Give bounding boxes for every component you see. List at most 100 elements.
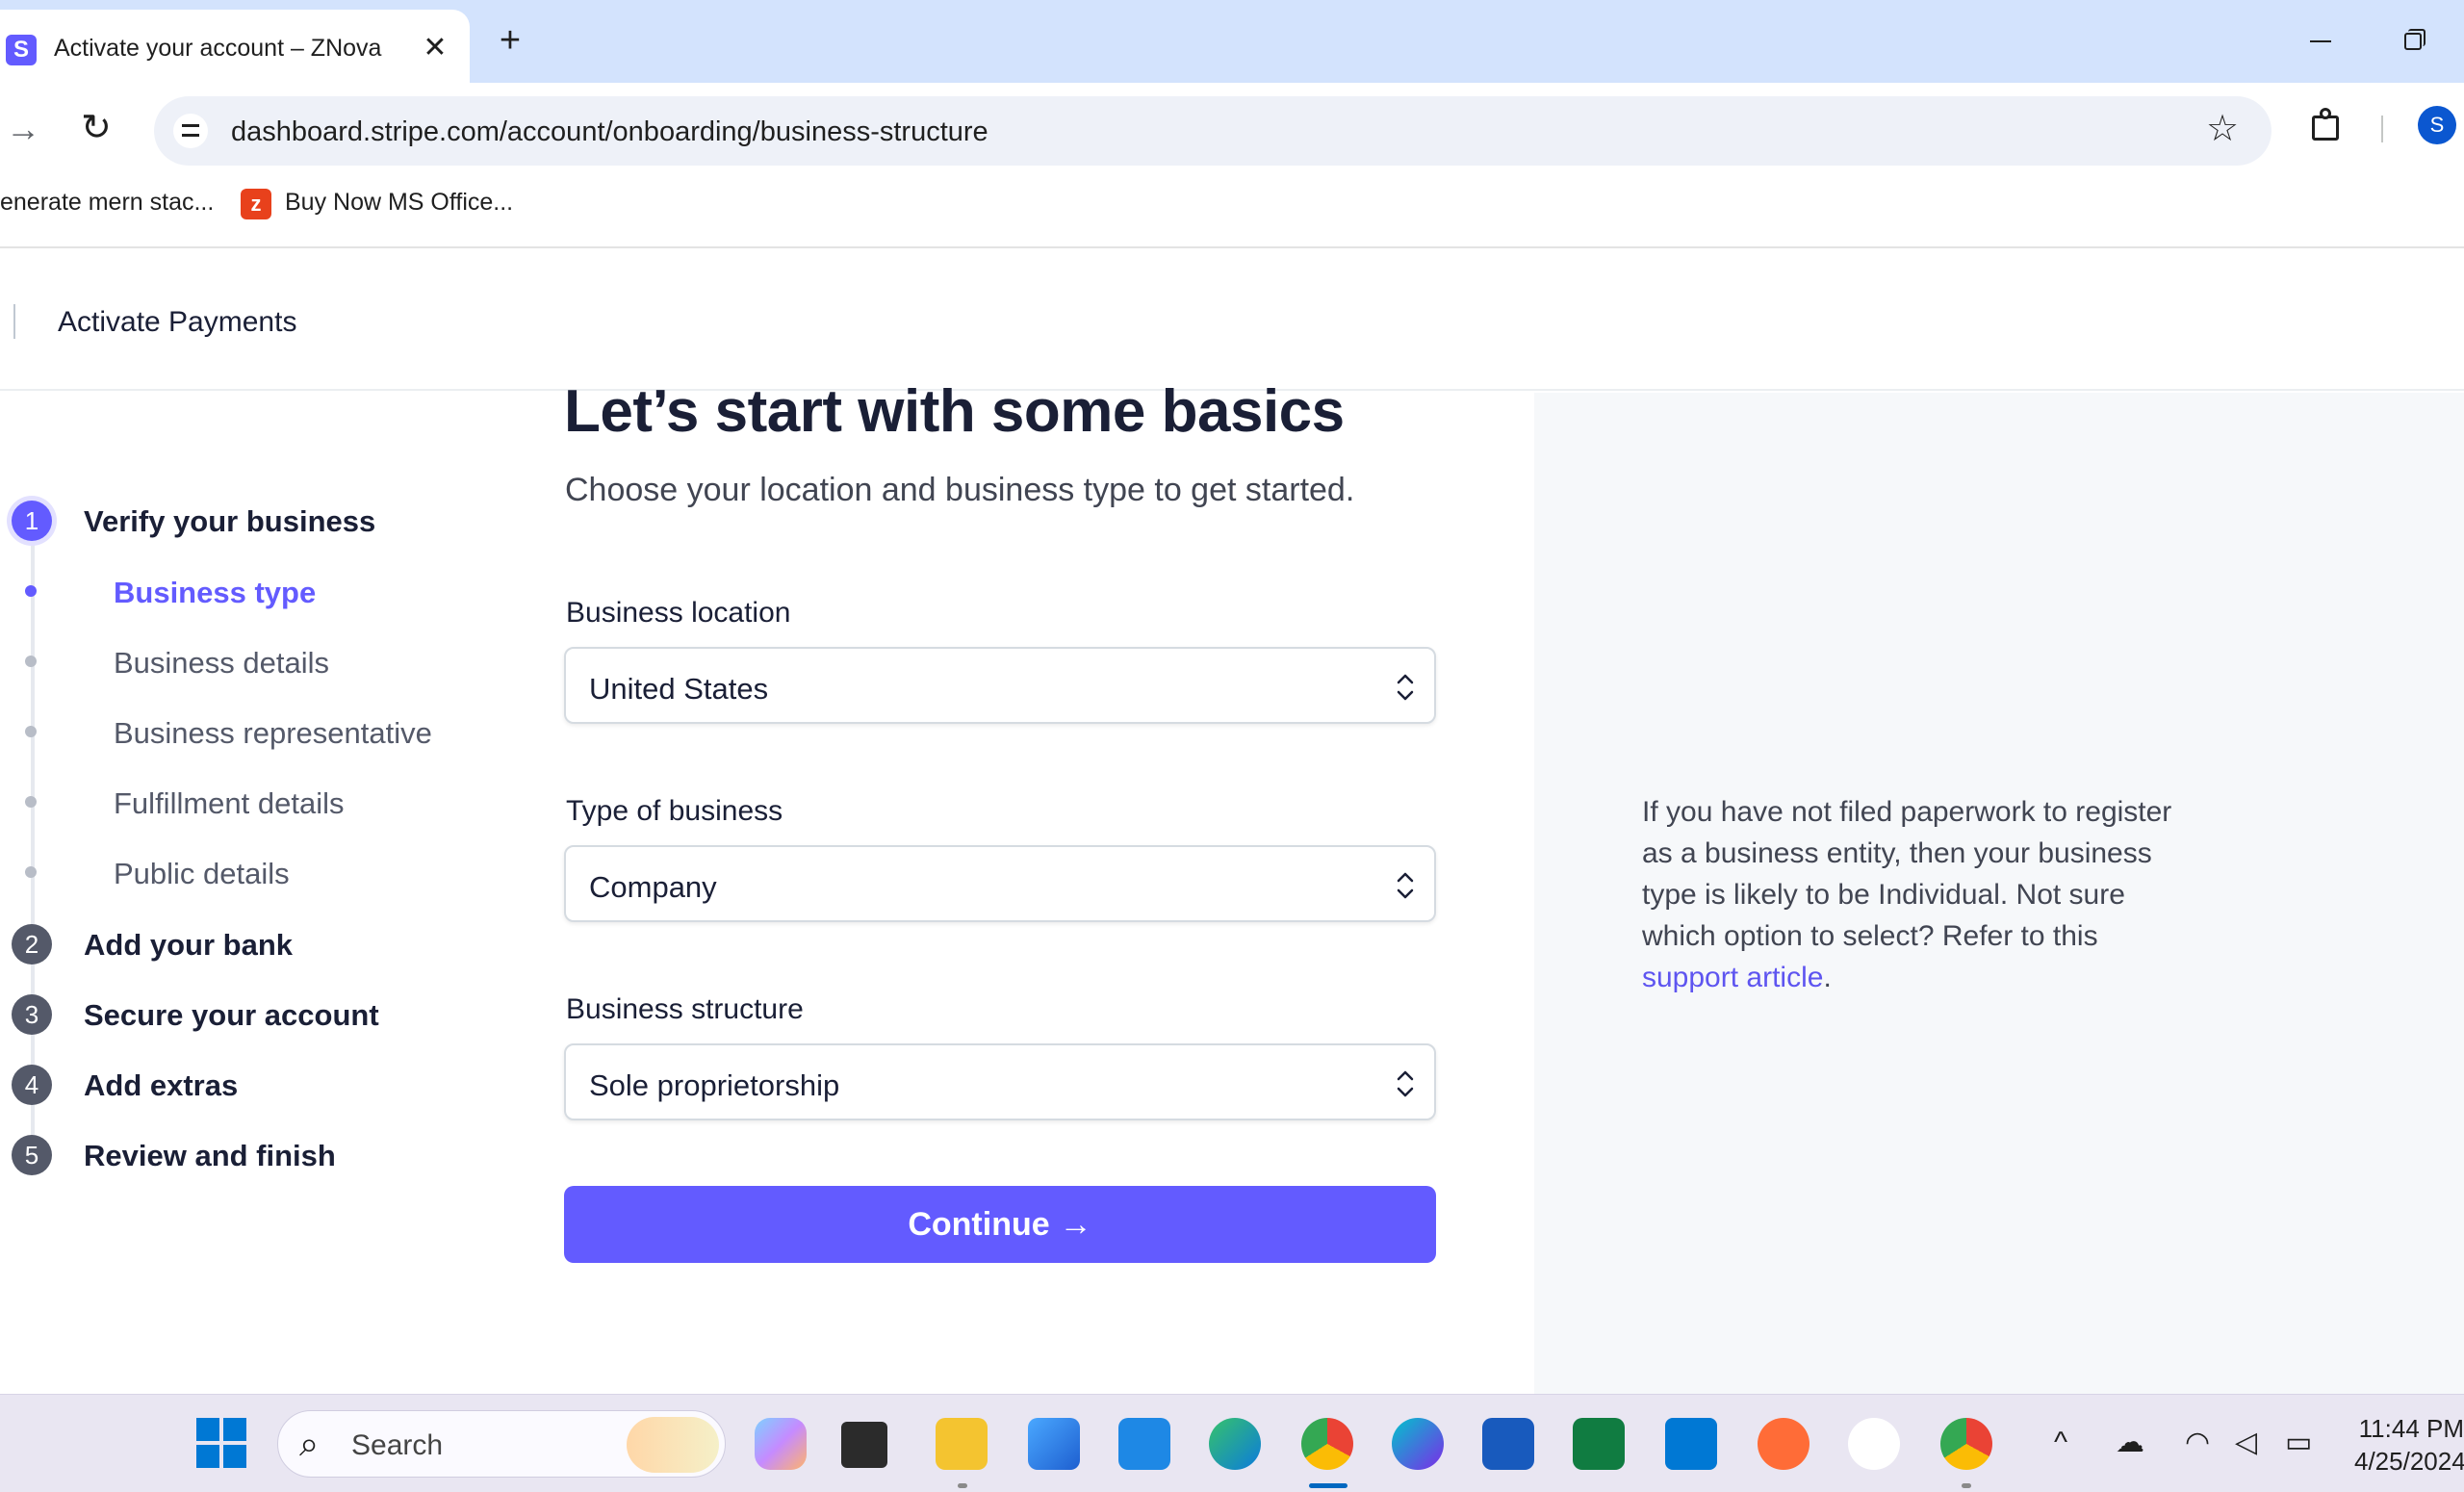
step-secure-account[interactable]: 3 Secure your account — [12, 989, 493, 1037]
substep-dot — [25, 656, 37, 667]
copilot-icon[interactable] — [755, 1418, 807, 1470]
substep-public-details[interactable]: Public details — [25, 851, 506, 895]
select-value: Sole proprietorship — [589, 1068, 840, 1102]
substep-dot — [25, 726, 37, 737]
substep-dot — [25, 585, 37, 597]
substep-label: Public details — [114, 857, 290, 890]
substep-label: Business representative — [114, 716, 432, 750]
form-subheading: Choose your location and business type t… — [565, 472, 1355, 508]
active-app-indicator — [1309, 1483, 1348, 1488]
search-icon: ⌕ — [299, 1424, 320, 1463]
extensions-icon[interactable] — [2308, 106, 2347, 144]
step-number: 3 — [12, 994, 52, 1035]
file-explorer-icon[interactable] — [936, 1418, 988, 1470]
business-location-label: Business location — [566, 597, 791, 629]
business-location-select[interactable]: United States — [564, 647, 1436, 724]
tray-chevron-icon[interactable]: ^ — [2054, 1424, 2067, 1462]
microsoft-store-icon[interactable] — [1118, 1418, 1170, 1470]
bookmark-ms-office[interactable]: Buy Now MS Office... — [285, 189, 513, 217]
bookmark-star-icon[interactable]: ☆ — [2206, 110, 2239, 148]
substep-business-representative[interactable]: Business representative — [25, 710, 506, 755]
select-arrows-icon — [1394, 666, 1417, 708]
clock-date: 4/25/2024 — [2354, 1447, 2464, 1476]
help-text: If you have not filed paperwork to regis… — [1642, 791, 2181, 998]
tab-close-icon[interactable]: ✕ — [418, 31, 452, 65]
help-end: . — [1823, 962, 1832, 993]
step-label: Verify your business — [84, 504, 376, 538]
step-number: 1 — [12, 501, 52, 541]
substep-label: Business details — [114, 646, 330, 680]
step-number: 2 — [12, 924, 52, 965]
forward-icon[interactable]: → — [6, 112, 40, 146]
reload-icon[interactable]: ↻ — [81, 110, 112, 146]
substep-business-details[interactable]: Business details — [25, 640, 506, 684]
profile-avatar[interactable]: S — [2418, 106, 2456, 144]
volume-icon[interactable]: ◁ — [2235, 1424, 2257, 1462]
page-title: Activate Payments — [58, 306, 297, 338]
select-arrows-icon — [1394, 1063, 1417, 1105]
type-of-business-label: Type of business — [566, 795, 783, 827]
vscode-icon[interactable] — [1665, 1418, 1717, 1470]
form-heading: Let’s start with some basics — [564, 378, 1345, 445]
header-divider — [13, 304, 15, 339]
taskbar-search-placeholder: Search — [351, 1429, 444, 1461]
mongodb-compass-icon[interactable] — [1848, 1418, 1900, 1470]
support-article-link[interactable]: support article — [1642, 962, 1823, 993]
substep-label: Fulfillment details — [114, 786, 345, 820]
help-body: If you have not filed paperwork to regis… — [1642, 796, 2172, 952]
browser-toolbar: → ↻ dashboard.stripe.com/account/onboard… — [0, 83, 2464, 175]
postman-icon[interactable] — [1758, 1418, 1810, 1470]
step-add-extras[interactable]: 4 Add extras — [12, 1059, 493, 1107]
app-header: Activate Payments — [0, 250, 2464, 391]
excel-icon[interactable] — [1573, 1418, 1625, 1470]
tab-title: Activate your account – ZNova — [54, 35, 382, 62]
step-label: Add your bank — [84, 928, 294, 962]
office-bookmark-icon: z — [241, 189, 271, 219]
business-structure-select[interactable]: Sole proprietorship — [564, 1043, 1436, 1120]
browser-tab-strip: S Activate your account – ZNova ✕ + — [0, 0, 2464, 83]
step-label: Secure your account — [84, 998, 379, 1032]
minimize-window-button[interactable] — [2302, 19, 2341, 58]
substep-fulfillment-details[interactable]: Fulfillment details — [25, 781, 506, 825]
edge-icon[interactable] — [1209, 1418, 1261, 1470]
chrome-profile-icon[interactable] — [1940, 1418, 1992, 1470]
bookmark-mern[interactable]: enerate mern stac... — [0, 189, 214, 217]
battery-icon[interactable]: ▭ — [2285, 1424, 2312, 1462]
substep-label: Business type — [114, 576, 317, 609]
site-info-icon[interactable] — [173, 114, 208, 148]
continue-label: Continue — [908, 1206, 1050, 1243]
select-arrows-icon — [1394, 864, 1417, 907]
word-icon[interactable] — [1482, 1418, 1534, 1470]
toolbar-divider — [2381, 116, 2383, 142]
select-value: Company — [589, 870, 717, 904]
address-bar[interactable]: dashboard.stripe.com/account/onboarding/… — [154, 96, 2272, 166]
step-review-finish[interactable]: 5 Review and finish — [12, 1129, 493, 1177]
windows-start-icon[interactable] — [196, 1418, 248, 1470]
continue-button[interactable]: Continue → — [564, 1186, 1436, 1263]
canva-icon[interactable] — [1392, 1418, 1444, 1470]
substep-dot — [25, 796, 37, 808]
search-highlight-icon — [627, 1417, 719, 1473]
chrome-icon[interactable] — [1301, 1418, 1353, 1470]
substep-business-type[interactable]: Business type — [25, 570, 506, 614]
restore-window-button[interactable] — [2395, 19, 2433, 58]
step-label: Add extras — [84, 1068, 239, 1102]
taskbar-clock[interactable]: 11:44 PM 4/25/2024 — [2354, 1412, 2464, 1478]
step-add-bank[interactable]: 2 Add your bank — [12, 918, 493, 966]
step-number: 5 — [12, 1135, 52, 1175]
photos-icon[interactable] — [1028, 1418, 1080, 1470]
browser-tab[interactable]: S Activate your account – ZNova ✕ — [0, 10, 470, 83]
bookmarks-bar: enerate mern stac... z Buy Now MS Office… — [0, 175, 2464, 248]
step-label: Review and finish — [84, 1139, 336, 1172]
wifi-icon[interactable]: ◠ — [2185, 1424, 2210, 1462]
new-tab-button[interactable]: + — [491, 21, 529, 60]
substep-dot — [25, 866, 37, 878]
type-of-business-select[interactable]: Company — [564, 845, 1436, 922]
taskbar-search-box[interactable]: ⌕ Search — [277, 1410, 726, 1478]
running-app-indicator — [958, 1483, 967, 1488]
task-view-icon[interactable] — [841, 1422, 887, 1468]
onedrive-icon[interactable]: ☁ — [2116, 1424, 2144, 1462]
url-text[interactable]: dashboard.stripe.com/account/onboarding/… — [231, 116, 988, 148]
step-verify-business[interactable]: 1 Verify your business — [12, 495, 493, 543]
business-structure-label: Business structure — [566, 993, 804, 1025]
